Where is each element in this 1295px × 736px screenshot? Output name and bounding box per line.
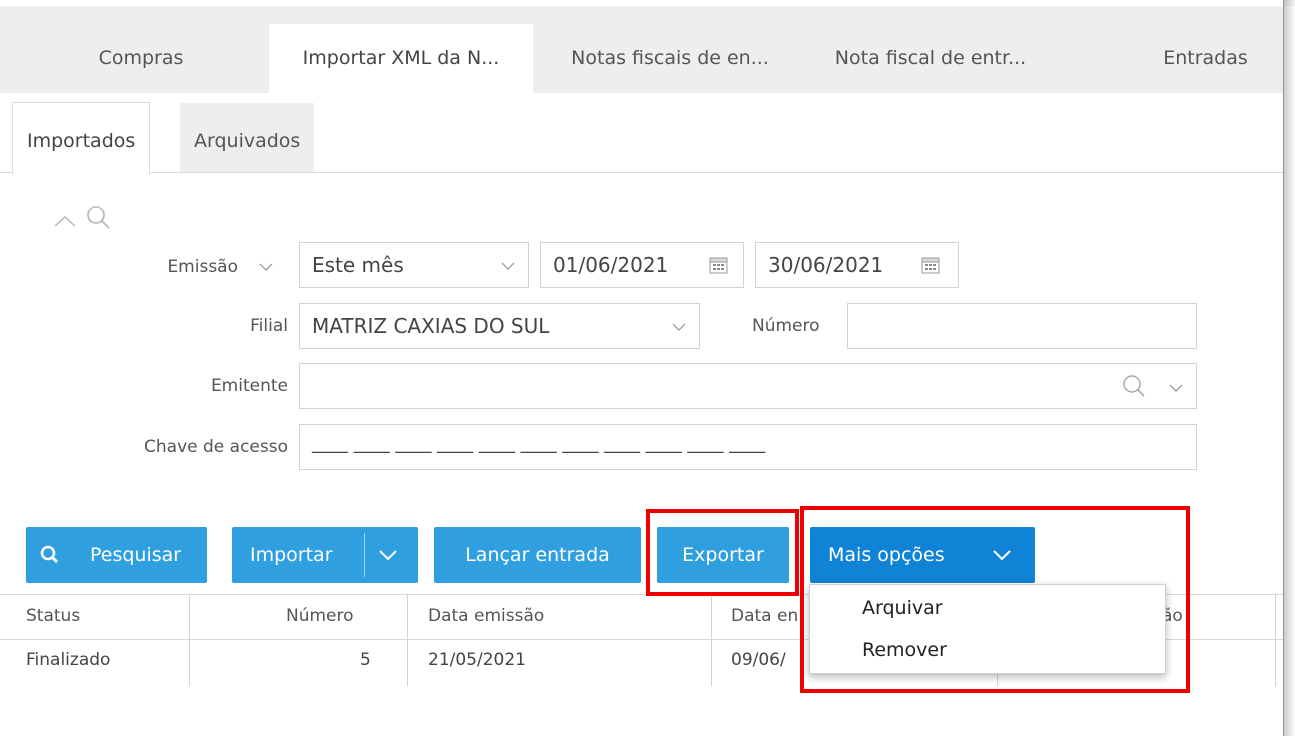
filial-value: MATRIZ CAXIAS DO SUL [312, 314, 550, 338]
filter-toggle[interactable] [52, 204, 132, 234]
tab-importados[interactable]: Importados [12, 102, 151, 175]
lancar-entrada-button[interactable]: Lançar entrada [434, 527, 641, 583]
highlight-box-exportar [646, 509, 799, 596]
tab-entradas[interactable]: Entradas [1138, 24, 1273, 93]
col-status[interactable]: Status [26, 606, 80, 626]
calendar-icon[interactable] [921, 255, 940, 274]
filial-label: Filial [250, 316, 288, 336]
cell-numero: 5 [360, 650, 371, 670]
sub-tab-divider [0, 172, 1283, 173]
cell-status: Finalizado [26, 650, 111, 670]
cell-data-entrada: 09/06/ [731, 650, 786, 670]
cell-data-emissao: 21/05/2021 [428, 650, 526, 670]
tab-nota-fiscal-entrada[interactable]: Nota fiscal de entr... [808, 24, 1053, 93]
highlight-box-mais-opcoes [800, 506, 1190, 693]
numero-input[interactable] [847, 303, 1197, 349]
search-icon[interactable] [1122, 374, 1146, 398]
date-start-field[interactable]: 01/06/2021 [540, 242, 744, 288]
tab-arquivados[interactable]: Arquivados [180, 103, 315, 173]
chevron-up-icon [54, 206, 110, 229]
emissao-label: Emissão [167, 257, 238, 277]
date-end-field[interactable]: 30/06/2021 [755, 242, 959, 288]
col-numero[interactable]: Número [286, 606, 354, 626]
tab-compras[interactable]: Compras [48, 24, 234, 93]
filial-select[interactable]: MATRIZ CAXIAS DO SUL [299, 303, 700, 349]
chevron-down-icon [501, 262, 515, 270]
window-shadow [1283, 0, 1295, 736]
split-divider [364, 533, 365, 577]
emissao-dropdown[interactable] [256, 254, 286, 284]
pesquisar-label: Pesquisar [90, 544, 182, 566]
col-data-emissao[interactable]: Data emissão [428, 606, 544, 626]
date-start-value: 01/06/2021 [553, 253, 669, 277]
periodo-select[interactable]: Este mês [299, 242, 529, 288]
importar-label: Importar [250, 544, 333, 566]
search-icon [40, 545, 59, 564]
chevron-down-icon [259, 263, 273, 271]
chevron-down-icon[interactable] [1168, 380, 1184, 396]
tab-importar-xml[interactable]: Importar XML da N... [269, 24, 533, 93]
calendar-icon[interactable] [709, 255, 728, 274]
date-end-value: 30/06/2021 [768, 253, 884, 277]
window: Compras Importar XML da N... Notas fisca… [0, 0, 1284, 736]
main-tab-bar: Compras Importar XML da N... Notas fisca… [0, 6, 1283, 93]
chave-label: Chave de acesso [144, 437, 288, 457]
numero-label: Número [752, 316, 820, 336]
emitente-label: Emitente [210, 376, 288, 396]
chave-acesso-input[interactable]: ____ ____ ____ ____ ____ ____ ____ ____ … [299, 424, 1197, 470]
chevron-down-icon [672, 323, 686, 331]
chave-mask: ____ ____ ____ ____ ____ ____ ____ ____ … [312, 433, 766, 454]
chevron-down-icon[interactable] [378, 545, 398, 565]
pesquisar-button[interactable]: Pesquisar [26, 527, 207, 583]
col-data-entrada[interactable]: Data en [731, 606, 798, 626]
emitente-input[interactable] [299, 363, 1197, 409]
periodo-value: Este mês [312, 253, 404, 277]
sub-tab-bar: Importados Arquivados [0, 93, 1283, 175]
tab-notas-fiscais-entrada[interactable]: Notas fiscais de en... [545, 24, 795, 93]
importar-button[interactable]: Importar [232, 527, 418, 583]
